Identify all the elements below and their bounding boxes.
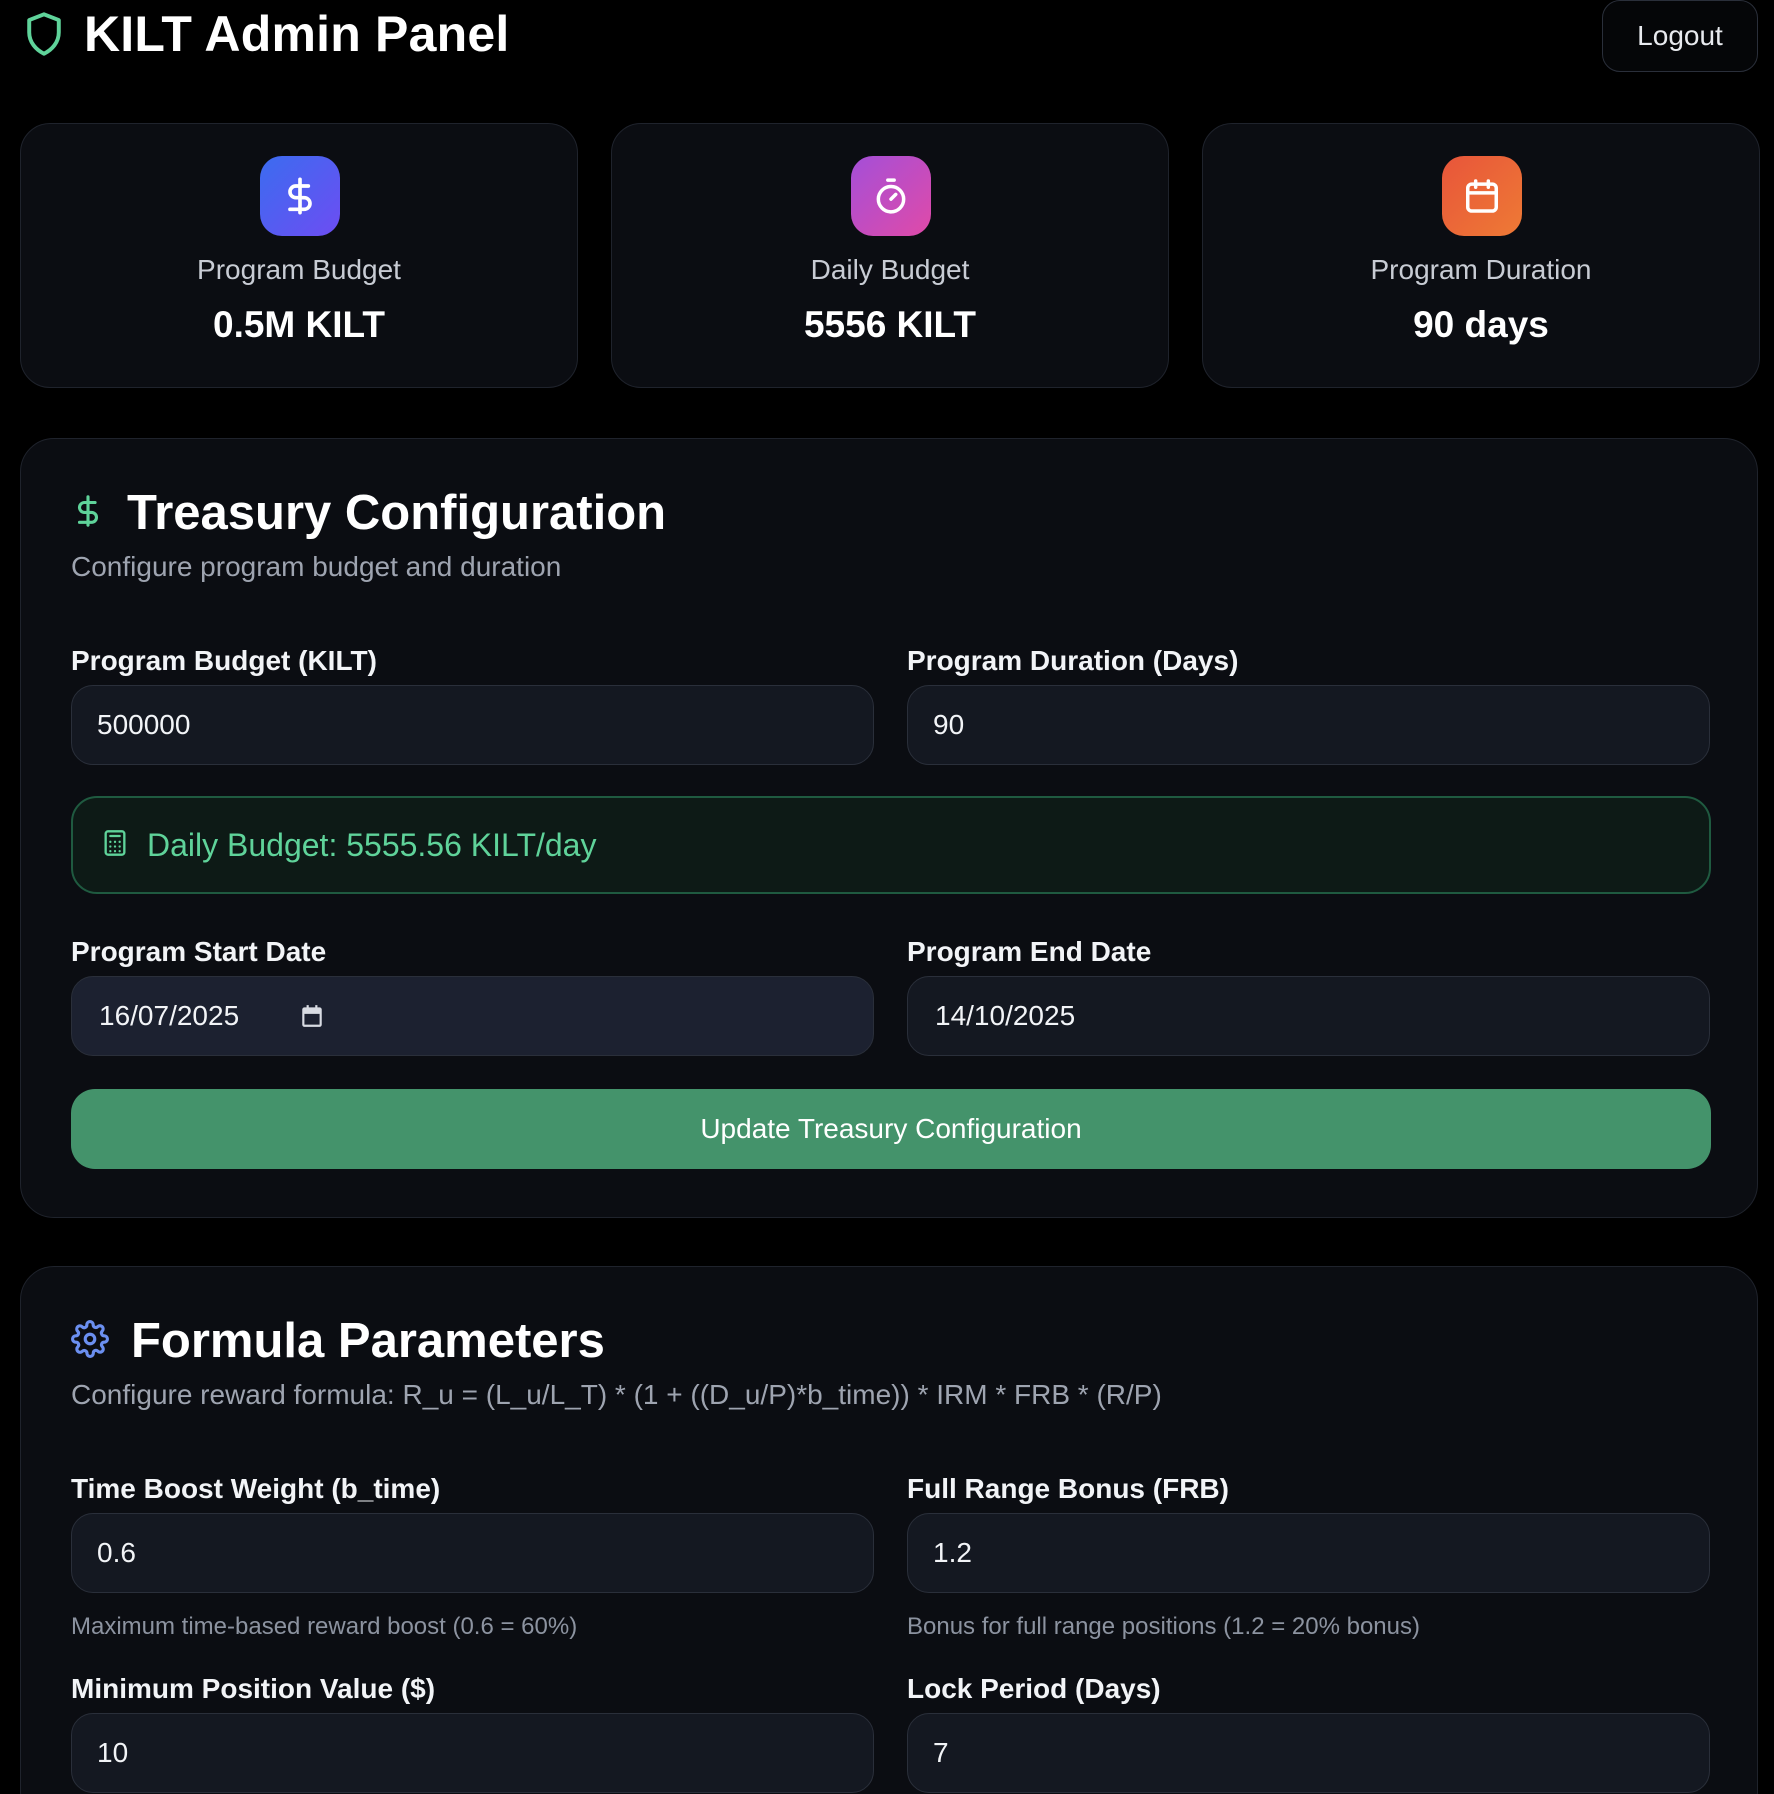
header: KILT Admin Panel Logout — [0, 0, 1774, 80]
section-subtitle: Configure program budget and duration — [71, 551, 562, 582]
lock-period-label: Lock Period (Days) — [907, 1673, 1161, 1704]
stat-card-program-budget: Program Budget 0.5M KILT — [20, 123, 578, 388]
calendar-icon — [1442, 156, 1522, 236]
formula-params-panel: Formula Parameters Configure reward form… — [20, 1266, 1758, 1794]
time-boost-help: Maximum time-based reward boost (0.6 = 6… — [71, 1613, 578, 1640]
section-title: Formula Parameters — [131, 1314, 605, 1368]
start-date-label: Program Start Date — [71, 936, 327, 967]
dollar-icon — [71, 491, 105, 536]
daily-budget-text: Daily Budget: 5555.56 KILT/day — [147, 826, 597, 863]
frb-help: Bonus for full range positions (1.2 = 20… — [907, 1613, 1420, 1640]
end-date-value: 14/10/2025 — [935, 1000, 1076, 1031]
dollar-icon — [260, 156, 340, 236]
budget-label: Program Budget (KILT) — [71, 645, 377, 676]
lock-period-input[interactable] — [907, 1713, 1710, 1793]
calculator-icon — [101, 828, 129, 863]
stat-card-program-duration: Program Duration 90 days — [1202, 123, 1760, 388]
timer-icon — [851, 156, 931, 236]
admin-page: KILT Admin Panel Logout Program Budget 0… — [0, 0, 1774, 1794]
stat-value: 5556 KILT — [803, 304, 977, 345]
stat-label: Daily Budget — [810, 254, 970, 285]
budget-input[interactable] — [71, 685, 874, 765]
stat-value: 90 days — [1413, 304, 1549, 345]
frb-input[interactable] — [907, 1513, 1710, 1593]
time-boost-label: Time Boost Weight (b_time) — [71, 1473, 441, 1504]
logout-button[interactable]: Logout — [1602, 0, 1758, 72]
time-boost-input[interactable] — [71, 1513, 874, 1593]
start-date-value: 16/07/2025 — [99, 1000, 240, 1031]
formula-title-row: Formula Parameters — [71, 1313, 605, 1369]
section-subtitle: Configure reward formula: R_u = (L_u/L_T… — [71, 1379, 1162, 1410]
end-date-input[interactable]: 14/10/2025 — [907, 976, 1710, 1056]
treasury-config-panel: Treasury Configuration Configure program… — [20, 438, 1758, 1218]
update-treasury-button[interactable]: Update Treasury Configuration — [71, 1089, 1711, 1169]
min-position-label: Minimum Position Value ($) — [71, 1673, 436, 1704]
brand: KILT Admin Panel — [24, 6, 509, 62]
page-title: KILT Admin Panel — [84, 6, 510, 62]
frb-label: Full Range Bonus (FRB) — [907, 1473, 1229, 1504]
stat-value: 0.5M KILT — [213, 304, 385, 345]
start-date-input[interactable]: 16/07/2025 — [71, 976, 874, 1056]
gear-icon — [71, 1319, 109, 1363]
treasury-title-row: Treasury Configuration — [71, 485, 666, 541]
stat-card-daily-budget: Daily Budget 5556 KILT — [611, 123, 1169, 388]
shield-icon — [24, 10, 64, 58]
stat-label: Program Duration — [1370, 254, 1592, 285]
min-position-input[interactable] — [71, 1713, 874, 1793]
section-title: Treasury Configuration — [127, 486, 667, 540]
duration-label: Program Duration (Days) — [907, 645, 1239, 676]
stat-label: Program Budget — [197, 254, 401, 285]
calendar-picker-icon[interactable] — [299, 1002, 327, 1030]
duration-input[interactable] — [907, 685, 1710, 765]
daily-budget-banner: Daily Budget: 5555.56 KILT/day — [71, 796, 1711, 894]
end-date-label: Program End Date — [907, 936, 1152, 967]
